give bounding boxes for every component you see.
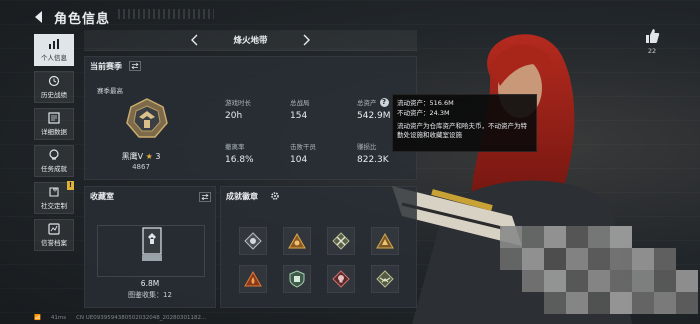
stat-value: 104: [290, 155, 308, 165]
sidebar-item-details[interactable]: 详细数据: [34, 108, 74, 140]
page-title: 角色信息: [54, 11, 111, 27]
collection-panel[interactable]: 收藏室 6.8M 图鉴收集：12: [84, 186, 216, 308]
achievement-badge[interactable]: [283, 227, 311, 255]
sidebar-item-label: 任务成就: [41, 165, 67, 173]
notification-badge: !: [67, 181, 74, 190]
stat-label: 总战局: [290, 99, 310, 107]
display-case-icon: [142, 227, 162, 261]
collection-value: 6.8M: [140, 279, 160, 288]
rank-score: 4867: [132, 163, 150, 171]
header: 角色信息: [32, 6, 110, 28]
collection-title: 收藏室: [90, 192, 114, 201]
footer: 📶 41ms CN UE0939594380502032048_20280301…: [34, 315, 206, 321]
thumbs-up-icon[interactable]: [644, 28, 660, 44]
stat-play-time: 游戏时长 20h: [225, 97, 251, 121]
stat-label-row: 总资产?: [357, 97, 391, 107]
sidebar-item-label: 历史战绩: [41, 91, 67, 99]
sidebar-item-history[interactable]: 历史战绩: [34, 71, 74, 103]
bar-chart-icon: [49, 39, 59, 49]
swap-icon[interactable]: [129, 61, 141, 71]
achievement-badge[interactable]: [239, 227, 267, 255]
achievements-title: 成就徽章: [226, 192, 258, 201]
stat-value: 20h: [225, 111, 243, 121]
map-name: 烽火地带: [233, 36, 268, 46]
stat-value: 154: [290, 111, 308, 121]
badge-crossed-icon: [332, 232, 350, 250]
badge-pyramid-icon: [376, 232, 394, 249]
tooltip-fixed-assets: 不动资产：24.3M: [397, 109, 450, 117]
build-info: CN UE0939594380502032048_20280301182...: [76, 315, 207, 321]
ping-value: 41ms: [50, 315, 67, 321]
badge-wings-icon: [376, 270, 394, 288]
sidebar-item-label: 详细数据: [41, 128, 67, 136]
achievements-panel: 成就徽章: [220, 186, 417, 308]
tooltip-liquid-assets: 流动资产：516.6M: [397, 99, 454, 107]
stat-label: 游戏时长: [225, 99, 251, 107]
tooltip-description: 流动资产为仓库资产和哈夫币，不动资产为特勤处设施和收藏室设施: [397, 122, 527, 139]
badge-flame-icon: [244, 270, 262, 287]
achievement-badge[interactable]: [283, 265, 311, 293]
badge-skull-icon: [332, 270, 350, 288]
achievement-badge[interactable]: [327, 227, 355, 255]
sidebar: 个人信息 历史战绩 详细数据 任务成就 社交定制 ! 信誉档案: [34, 34, 76, 256]
detail-icon: [48, 112, 60, 124]
sidebar-item-label: 个人信息: [41, 54, 67, 62]
stat-profit-loss-ratio: 赚损比 822.3K: [357, 141, 389, 165]
rank-stars: 3: [155, 152, 161, 161]
season-title: 当前赛季: [90, 62, 122, 71]
wifi-icon: 📶: [34, 315, 41, 321]
achievement-badge[interactable]: [371, 265, 399, 293]
collection-count-label: 图鉴收集：: [128, 291, 164, 299]
stat-value: 822.3K: [357, 155, 389, 165]
sidebar-item-personal-info[interactable]: 个人信息: [34, 34, 74, 66]
rank-emblem-icon: [126, 98, 168, 138]
chevron-right-icon[interactable]: [300, 34, 312, 46]
gear-icon[interactable]: [270, 191, 280, 201]
like-count: 22: [647, 47, 657, 55]
sidebar-item-label: 信誉档案: [41, 239, 67, 247]
sidebar-item-social[interactable]: 社交定制 !: [34, 181, 74, 214]
stat-label: 撤离率: [225, 143, 245, 151]
stat-total-assets: 总资产? 542.9M: [357, 97, 391, 121]
badge-triangle-icon: [288, 232, 306, 249]
rank-name: 黑鹰V: [121, 152, 144, 161]
season-panel: 当前赛季 赛季最高 黑鹰V ★ 3 4867 游戏时长 20h 总战局 154 …: [84, 56, 417, 180]
stat-extract-rate: 撤离率 16.8%: [225, 141, 254, 165]
stat-label: 击败干员: [290, 143, 316, 151]
collection-count: 12: [163, 291, 172, 299]
history-icon: [48, 75, 60, 87]
stat-label: 赚损比: [357, 143, 377, 151]
stat-label: 总资产: [357, 99, 377, 107]
help-icon[interactable]: ?: [379, 97, 389, 107]
stat-operators-defeated: 击败干员 104: [290, 141, 316, 165]
collection-count-line: 图鉴收集：12: [85, 290, 215, 300]
character-portrait: [392, 34, 698, 324]
sidebar-item-credit[interactable]: 信誉档案: [34, 219, 74, 251]
rank-name-line: 黑鹰V ★ 3: [101, 151, 181, 162]
stat-total-matches: 总战局 154: [290, 97, 310, 121]
back-icon[interactable]: [32, 10, 46, 24]
swap-icon[interactable]: [199, 192, 211, 202]
assets-tooltip: 流动资产：516.6M 不动资产：24.3M 流动资产为仓库资产和哈夫币，不动资…: [392, 94, 537, 152]
star-icon: ★: [145, 152, 153, 161]
sidebar-item-label: 社交定制: [41, 202, 67, 210]
achievement-badge[interactable]: [327, 265, 355, 293]
header-decoration: [118, 9, 214, 19]
stat-value: 542.9M: [357, 111, 391, 121]
map-selector: 烽火地带: [84, 30, 417, 51]
sidebar-item-achievements[interactable]: 任务成就: [34, 145, 74, 177]
badge-diamond-icon: [244, 232, 262, 250]
achievement-badge[interactable]: [371, 227, 399, 255]
trophy-icon: [49, 149, 59, 160]
credit-icon: [48, 223, 60, 235]
stat-value: 16.8%: [225, 155, 254, 165]
season-highest-label: 赛季最高: [97, 87, 123, 95]
achievement-badge[interactable]: [239, 265, 267, 293]
puzzle-icon: [49, 187, 59, 197]
badge-shield-icon: [289, 270, 305, 288]
